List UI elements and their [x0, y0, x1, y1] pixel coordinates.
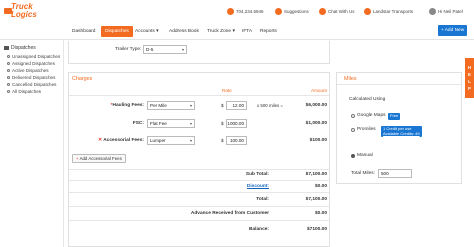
truck-logics-logo[interactable]: Truck Logics [4, 2, 54, 20]
discount-link[interactable]: Discount: [219, 184, 269, 189]
sidebar-item-all[interactable]: All Dispatches [7, 89, 41, 94]
radio-icon[interactable] [351, 153, 355, 158]
chevron-down-icon: ▾ [232, 29, 235, 34]
hauling-fees-amount: $6,000.00 [305, 103, 327, 108]
divider [69, 169, 329, 170]
promiles-credits-badge[interactable]: 1 Credit per use Available Credits: 49 [381, 126, 422, 138]
total-miles-input[interactable]: 500 [378, 169, 412, 178]
miles-panel: Miles Calculated Using Google Maps Free … [336, 72, 462, 184]
phone-icon [227, 7, 234, 15]
total-miles-label: Total Miles: [351, 171, 375, 176]
divider [69, 180, 329, 181]
top-bar: Truck Logics 704.234.6946 Suggestions Ch… [0, 0, 474, 22]
plus-icon: + [76, 156, 79, 161]
logo-text-line2: Logics [11, 10, 37, 19]
accessorial-amount: $100.00 [309, 138, 327, 143]
miles-title: Miles [344, 76, 357, 82]
charges-panel: Charges Rate Amount *Hauling Fees: Per M… [68, 72, 330, 247]
free-badge: Free [388, 113, 401, 120]
add-new-button[interactable]: + Add New [438, 25, 467, 36]
main-nav: Dashboard Dispatches Accounts ▾ Address … [0, 22, 474, 40]
fsc-label: FSC: [132, 121, 144, 126]
nav-accounts[interactable]: Accounts ▾ [131, 26, 163, 37]
help-tab[interactable]: H E L P [465, 58, 474, 98]
circle-icon [7, 69, 10, 72]
discount-value: $0.00 [314, 184, 327, 189]
circle-icon [7, 83, 10, 86]
circle-icon [7, 76, 10, 79]
sidebar-item-cancelled[interactable]: Cancelled Dispatches [7, 82, 56, 87]
remove-icon[interactable]: ✕ [98, 138, 102, 143]
divider [69, 95, 329, 96]
subtotal-label: Sub Total: [245, 172, 269, 177]
accessorial-rate-input[interactable]: 100.00 [226, 136, 247, 145]
hauling-fees-label: *Hauling Fees: [110, 103, 144, 108]
truck-icon [364, 7, 371, 15]
user-menu[interactable]: Hi Neil Patel [429, 6, 463, 16]
trailer-type-label: Trailer Type: [115, 47, 142, 52]
chevron-down-icon: ▾ [156, 29, 159, 34]
rate-column-header: Rate [222, 88, 232, 93]
manual-option[interactable]: Manual [351, 153, 373, 158]
sidebar-item-assigned[interactable]: Assigned Dispatches [7, 61, 55, 66]
balance-label: Balance: [249, 227, 269, 232]
calculated-using-label: Calculated Using [349, 97, 386, 102]
total-value: $7,100.00 [305, 197, 327, 202]
hauling-fees-rate-input[interactable]: 12.00 [226, 101, 247, 110]
hauling-fees-type-select[interactable]: Per Mile [147, 101, 195, 110]
advance-received-label: Advance Received from Customer [190, 211, 269, 216]
currency-symbol: $ [221, 103, 224, 108]
chat-link[interactable]: Chat With Us [319, 6, 355, 16]
sidebar: Dispatches Unassigned Dispatches Assigne… [0, 40, 64, 247]
amount-column-header: Amount [311, 88, 327, 93]
divider [69, 206, 329, 207]
sidebar-item-delivered[interactable]: Delivered Dispatches [7, 75, 55, 80]
truck-icon [4, 46, 9, 50]
phone-number: 704.234.6946 [227, 6, 264, 16]
balance-value: $7100.00 [306, 227, 327, 232]
promiles-option[interactable]: Promiles [351, 127, 376, 132]
radio-icon[interactable] [351, 113, 355, 118]
add-accessorial-fees-button[interactable]: + Add Accessorial Fees [72, 154, 126, 163]
divider [69, 220, 329, 221]
circle-icon [7, 55, 10, 58]
nav-address-book[interactable]: Address Book [165, 26, 203, 37]
accessorial-fees-label: ✕ Accessorial Fees: [98, 138, 144, 143]
sidebar-item-unassigned[interactable]: Unassigned Dispatches [7, 54, 60, 59]
chat-icon [319, 7, 326, 15]
subtotal-value: $7,100.00 [305, 172, 327, 177]
nav-dashboard[interactable]: Dashboard [68, 26, 99, 37]
nav-dispatches[interactable]: Dispatches [101, 26, 133, 37]
divider [337, 84, 461, 85]
advance-received-value: $0.00 [314, 211, 327, 216]
trailer-type-select[interactable]: D-5 [143, 45, 187, 54]
avatar [429, 7, 436, 15]
nav-ifta[interactable]: IFTA [238, 26, 256, 37]
available-credits-link[interactable]: Available Credits: 49 [383, 131, 420, 136]
fsc-amount: $1,000.00 [305, 121, 327, 126]
charges-title: Charges [72, 76, 93, 82]
fsc-rate-input[interactable]: 1000.00 [226, 119, 247, 128]
nav-truck-zone[interactable]: Truck Zone ▾ [203, 26, 239, 37]
company-selector[interactable]: Landstar Transports [364, 6, 413, 16]
nav-reports[interactable]: Reports [256, 26, 281, 37]
total-label: Total: [256, 197, 269, 202]
circle-icon [7, 62, 10, 65]
circle-icon [7, 90, 10, 93]
suggestions-link[interactable]: Suggestions [275, 6, 309, 16]
currency-symbol: $ [221, 138, 224, 143]
accessorial-type-select[interactable]: Lumper [147, 136, 195, 145]
sidebar-heading[interactable]: Dispatches [4, 45, 36, 51]
currency-symbol: $ [221, 121, 224, 126]
lightbulb-icon [275, 7, 282, 15]
radio-icon[interactable] [351, 127, 355, 132]
fsc-type-select[interactable]: Flat Fee [147, 119, 195, 128]
divider [69, 192, 329, 193]
sidebar-item-active[interactable]: Active Dispatches [7, 68, 49, 73]
google-maps-option[interactable]: Google Maps [351, 113, 386, 118]
trailer-section: Trailer Type: D-5 [68, 41, 330, 64]
